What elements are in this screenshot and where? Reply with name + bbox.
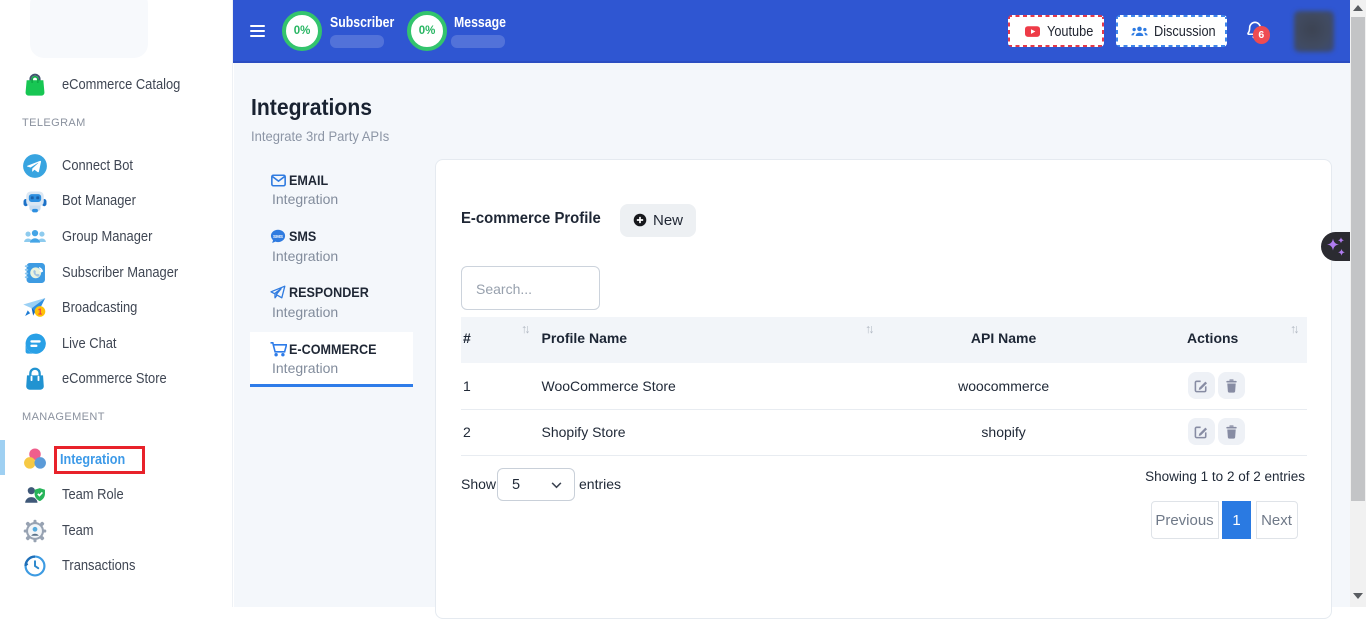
svg-text:1: 1 xyxy=(38,307,43,316)
svg-text:SMS: SMS xyxy=(273,234,283,239)
